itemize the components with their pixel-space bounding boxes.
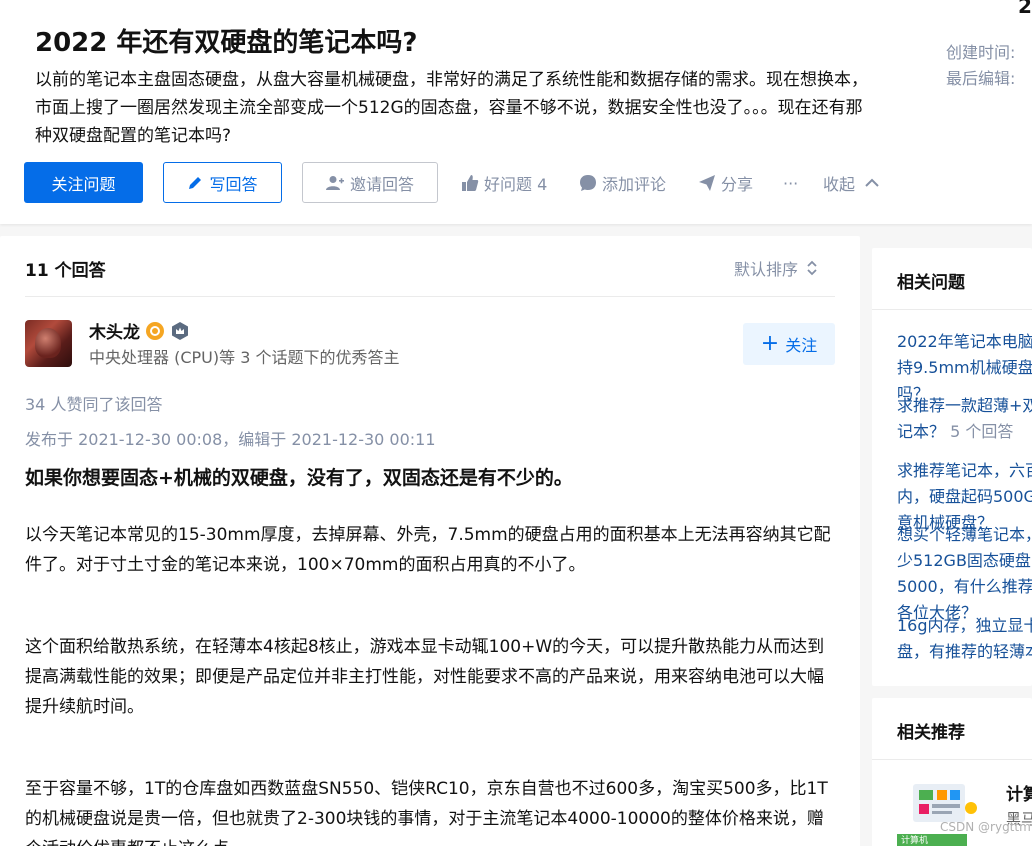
excellent-answerer-badge-icon bbox=[145, 321, 165, 341]
answer-count: 11 个回答 bbox=[25, 261, 106, 281]
related-question-text: 想买个轻薄笔记本，硬盘至少512GB固态硬盘，预算5000，有什么推荐的吗，各位… bbox=[897, 525, 1032, 622]
avatar[interactable] bbox=[25, 320, 72, 367]
add-user-icon bbox=[325, 175, 344, 191]
plus-icon: + bbox=[760, 331, 780, 356]
related-question-link[interactable]: 求推荐一款超薄+双硬盘笔记本？ 5 个回答 bbox=[897, 393, 1032, 445]
created-time-label: 创建时间: bbox=[946, 43, 1016, 62]
author-name[interactable]: 木头龙 bbox=[89, 318, 140, 343]
crown-badge-icon bbox=[170, 321, 190, 341]
good-question-label: 好问题 4 bbox=[484, 175, 548, 194]
watermark: CSDN @rygttm bbox=[940, 820, 1031, 834]
related-question-link[interactable]: 16g内存，独立显卡，双硬盘，有推荐的轻薄本吗？ bbox=[897, 613, 1032, 665]
question-header: 2022 年还有双硬盘的笔记本吗? 以前的笔记本主盘固态硬盘，从盘大容量机械硬盘… bbox=[0, 0, 1032, 224]
divider bbox=[872, 309, 1032, 310]
answer-lead: 如果你想要固态+机械的双硬盘，没有了，双固态还是有不少的。 bbox=[25, 467, 573, 489]
follow-question-label: 关注问题 bbox=[51, 174, 116, 194]
invite-answer-label: 邀请回答 bbox=[349, 174, 414, 194]
related-question-link[interactable]: 想买个轻薄笔记本，硬盘至少512GB固态硬盘，预算5000，有什么推荐的吗，各位… bbox=[897, 522, 1032, 626]
thumbs-up-icon bbox=[461, 174, 479, 192]
sort-label: 默认排序 bbox=[734, 260, 799, 279]
write-answer-button[interactable]: 写回答 bbox=[163, 162, 282, 203]
sort-icon bbox=[806, 259, 818, 277]
related-question-text: 16g内存，独立显卡，双硬盘，有推荐的轻薄本吗？ bbox=[897, 616, 1032, 661]
answer-paragraph: 以今天笔记本常见的15-30mm厚度，去掉屏幕、外壳，7.5mm的硬盘占用的面积… bbox=[25, 525, 831, 575]
follow-author-button[interactable]: + 关注 bbox=[743, 323, 835, 365]
question-title: 2022 年还有双硬盘的笔记本吗? bbox=[35, 28, 418, 58]
divider bbox=[25, 296, 835, 297]
answers-card: 11 个回答 默认排序 木头龙 中央处理器 (CPU)等 3 个话题下的优秀答主… bbox=[0, 236, 860, 846]
collapse-label: 收起 bbox=[823, 175, 856, 194]
recommendation-thumbnail[interactable]: 计算机 bbox=[897, 778, 993, 846]
related-questions-title: 相关问题 bbox=[897, 273, 965, 293]
question-meta: 创建时间: 最后编辑: bbox=[946, 40, 1015, 92]
recommendation-title[interactable]: 计算 bbox=[1006, 780, 1032, 805]
sort-dropdown[interactable]: 默认排序 bbox=[734, 256, 818, 280]
follow-author-label: 关注 bbox=[785, 336, 818, 355]
share-icon bbox=[698, 174, 716, 192]
add-comment-button[interactable]: 添加评论 bbox=[579, 162, 666, 204]
more-label: ··· bbox=[783, 173, 799, 193]
related-question-answer-count: 5 个回答 bbox=[950, 422, 1014, 441]
vote-summary: 34 人赞同了该回答 bbox=[25, 395, 163, 414]
follow-question-button[interactable]: 关注问题 bbox=[24, 162, 143, 203]
author-name-row: 木头龙 bbox=[89, 318, 190, 343]
answer-dates: 发布于 2021-12-30 00:08，编辑于 2021-12-30 00:1… bbox=[25, 430, 436, 449]
good-question-button[interactable]: 好问题 4 bbox=[461, 162, 547, 204]
thumbnail-label: 计算机 bbox=[897, 834, 967, 846]
invite-answer-button[interactable]: 邀请回答 bbox=[302, 162, 438, 203]
edited-time-label: 最后编辑: bbox=[946, 69, 1016, 88]
share-button[interactable]: 分享 bbox=[698, 162, 753, 204]
recommendations-title: 相关推荐 bbox=[897, 723, 965, 743]
pencil-icon bbox=[187, 175, 203, 191]
share-label: 分享 bbox=[721, 175, 754, 194]
related-questions-card: 相关问题 2022年笔记本电脑还有支持9.5mm机械硬盘+固态的吗？ 求推荐一款… bbox=[872, 248, 1032, 686]
author-description: 中央处理器 (CPU)等 3 个话题下的优秀答主 bbox=[89, 348, 400, 367]
chevron-up-icon bbox=[865, 178, 879, 188]
divider bbox=[872, 759, 1032, 760]
answer-paragraph: 至于容量不够，1T的仓库盘如西数蓝盘SN550、铠侠RC10，京东自营也不过60… bbox=[25, 779, 828, 846]
corner-number: 2 bbox=[1018, 0, 1032, 18]
add-comment-label: 添加评论 bbox=[602, 175, 667, 194]
comment-icon bbox=[579, 174, 597, 192]
question-description: 以前的笔记本主盘固态硬盘，从盘大容量机械硬盘，非常好的满足了系统性能和数据存储的… bbox=[35, 70, 868, 146]
more-button[interactable]: ··· bbox=[783, 162, 798, 204]
write-answer-label: 写回答 bbox=[209, 174, 258, 194]
collapse-button[interactable]: 收起 bbox=[823, 162, 884, 204]
answer-paragraph: 这个面积给散热系统，在轻薄本4核起8核止，游戏本显卡动辄100+W的今天，可以提… bbox=[25, 637, 825, 717]
